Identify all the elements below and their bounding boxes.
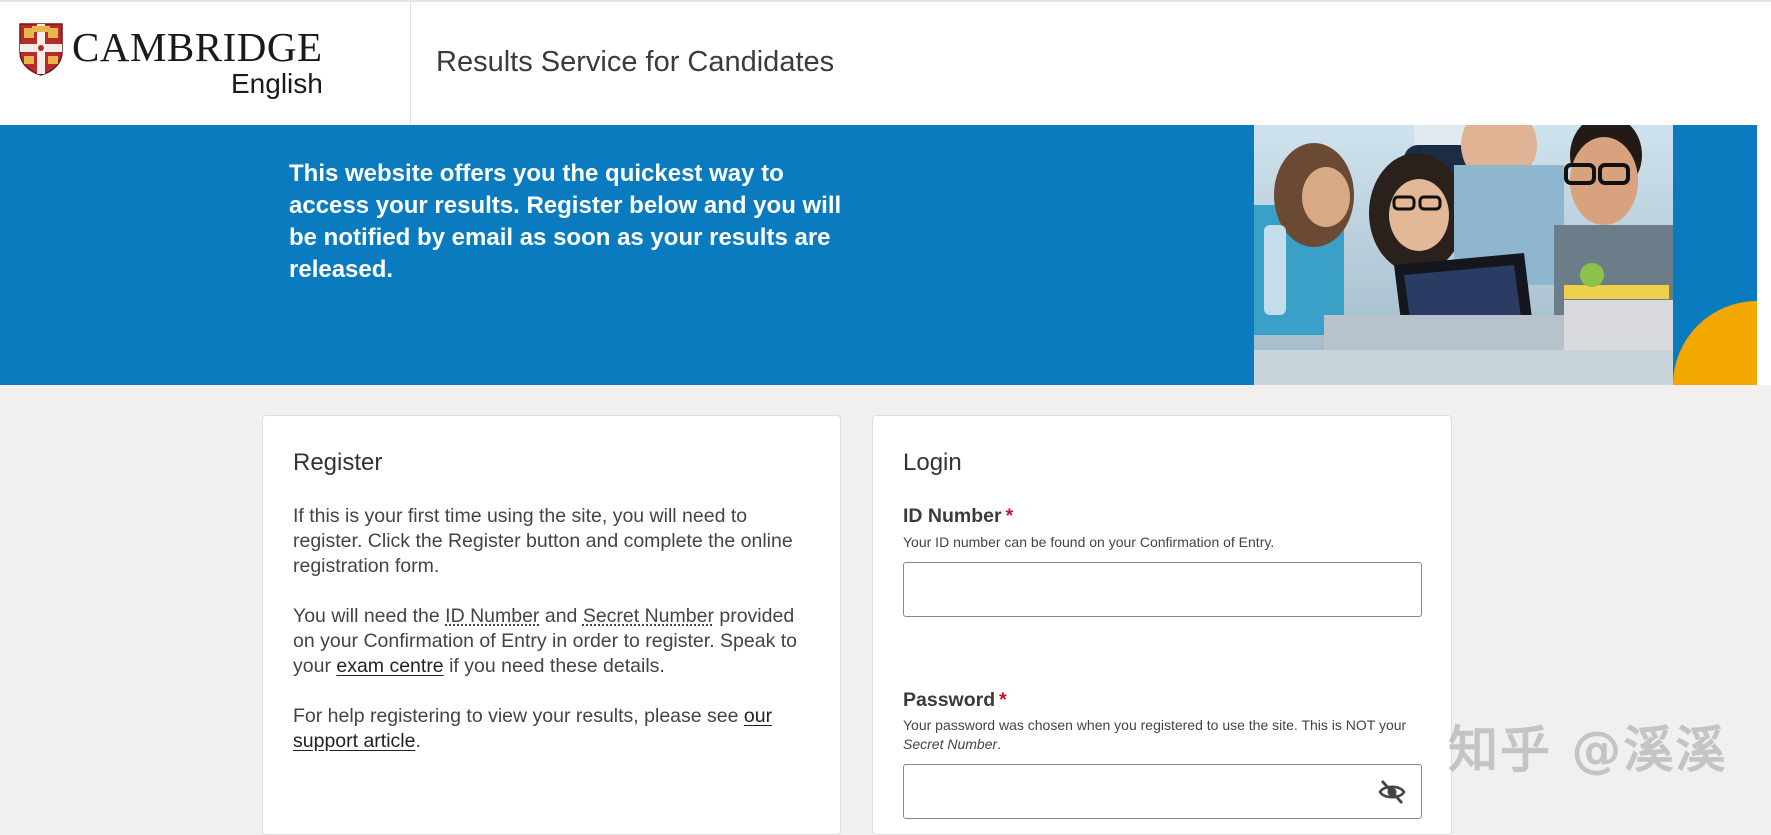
- hero-accent-shape: [1673, 301, 1757, 385]
- id-number-label-text: ID Number: [903, 505, 1002, 527]
- id-number-help: Your ID number can be found on your Conf…: [903, 533, 1423, 552]
- id-number-input[interactable]: [903, 562, 1422, 617]
- secret-number-emphasis: Secret Number: [903, 736, 997, 752]
- help-text-end: .: [415, 730, 420, 752]
- register-requirements: You will need the ID Number and Secret N…: [293, 604, 813, 679]
- cambridge-crest-icon: [18, 22, 64, 76]
- login-card: Login ID Number * Your ID number can be f…: [872, 415, 1452, 835]
- requirements-text-2: and: [539, 605, 582, 627]
- id-number-label: ID Number *: [903, 504, 1013, 528]
- login-title: Login: [903, 448, 962, 478]
- site-header: CAMBRIDGE English Results Service for Ca…: [0, 0, 1771, 125]
- required-marker: *: [999, 689, 1007, 711]
- secret-number-term[interactable]: Secret Number: [583, 605, 714, 627]
- register-title: Register: [293, 448, 382, 478]
- eye-slash-icon[interactable]: [1377, 778, 1407, 806]
- register-intro-text: If this is your first time using the sit…: [293, 505, 793, 577]
- students-photo: [1254, 125, 1673, 385]
- password-label: Password *: [903, 688, 1007, 712]
- requirements-text-4: if you need these details.: [444, 655, 665, 677]
- help-text: For help registering to view your result…: [293, 705, 744, 727]
- id-number-term[interactable]: ID Number: [445, 605, 539, 627]
- password-help-text: Your password was chosen when you regist…: [903, 717, 1406, 733]
- required-marker: *: [1006, 505, 1014, 527]
- hero-text: This website offers you the quickest way…: [289, 158, 869, 286]
- watermark: 知乎 @溪溪: [1448, 720, 1727, 780]
- password-help-end: .: [997, 736, 1001, 752]
- password-label-text: Password: [903, 689, 995, 711]
- site-title: Results Service for Candidates: [436, 44, 834, 80]
- register-intro: If this is your first time using the sit…: [293, 504, 813, 579]
- register-card: Register If this is your first time usin…: [262, 415, 841, 835]
- register-help: For help registering to view your result…: [293, 704, 813, 754]
- logo[interactable]: CAMBRIDGE English: [0, 2, 411, 125]
- exam-centre-link[interactable]: exam centre: [336, 655, 443, 677]
- password-help: Your password was chosen when you regist…: [903, 716, 1423, 754]
- password-input[interactable]: [903, 764, 1422, 819]
- requirements-text-1: You will need the: [293, 605, 445, 627]
- hero-edge: [1757, 125, 1771, 385]
- logo-wordmark: CAMBRIDGE: [72, 24, 323, 70]
- logo-subtitle: English: [231, 68, 323, 100]
- hero-banner: This website offers you the quickest way…: [0, 125, 1771, 385]
